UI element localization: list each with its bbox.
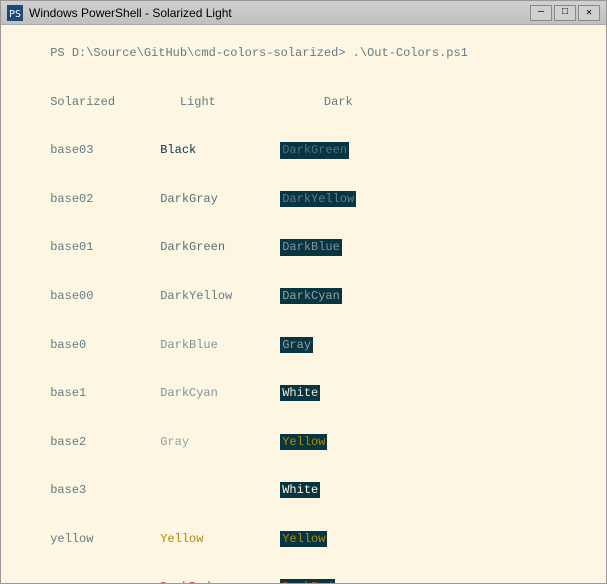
titlebar-title: Windows PowerShell - Solarized Light bbox=[29, 6, 530, 20]
prompt-text: PS D:\Source\GitHub\cmd-colors-solarized… bbox=[50, 46, 468, 60]
minimize-button[interactable]: — bbox=[530, 5, 552, 21]
row-base0: base0DarkBlueGray bbox=[7, 320, 600, 369]
row-base3: base3WhiteWhite bbox=[7, 466, 600, 515]
maximize-button[interactable]: □ bbox=[554, 5, 576, 21]
titlebar: PS Windows PowerShell - Solarized Light … bbox=[1, 1, 606, 25]
row-base01: base01DarkGreenDarkBlue bbox=[7, 223, 600, 272]
row-orange: orangeDarkRedDarkRed bbox=[7, 563, 600, 583]
close-button[interactable]: ✕ bbox=[578, 5, 600, 21]
row-base00: base00DarkYellowDarkCyan bbox=[7, 272, 600, 321]
prompt-line-1: PS D:\Source\GitHub\cmd-colors-solarized… bbox=[7, 29, 600, 78]
row-base03: base03BlackDarkGreen bbox=[7, 126, 600, 175]
row-base02: base02DarkGrayDarkYellow bbox=[7, 175, 600, 224]
solarized-header: Solarized Light Dark bbox=[7, 78, 600, 127]
row-base1: base1DarkCyanWhite bbox=[7, 369, 600, 418]
row-base2: base2GrayYellow bbox=[7, 418, 600, 467]
window: PS Windows PowerShell - Solarized Light … bbox=[0, 0, 607, 584]
console-area[interactable]: PS D:\Source\GitHub\cmd-colors-solarized… bbox=[1, 25, 606, 583]
titlebar-buttons: — □ ✕ bbox=[530, 5, 600, 21]
titlebar-icon: PS bbox=[7, 5, 23, 21]
svg-text:PS: PS bbox=[9, 9, 21, 20]
row-yellow: yellowYellowYellow bbox=[7, 515, 600, 564]
